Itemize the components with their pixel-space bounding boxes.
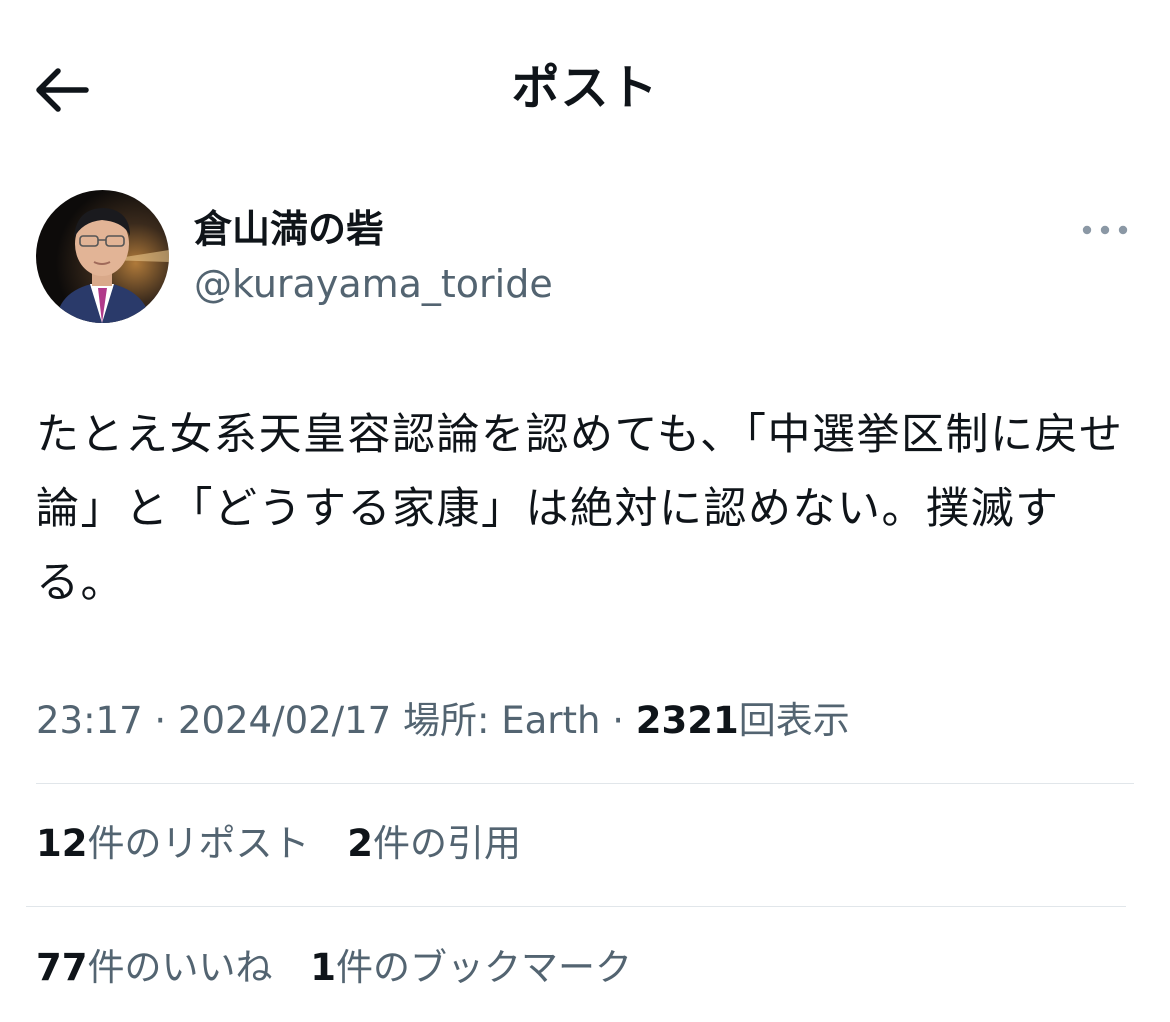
quotes-count: 2 xyxy=(347,822,374,865)
views-count: 2321 xyxy=(635,699,739,742)
post-author: 倉山満の砦 @kurayama_toride xyxy=(36,190,1136,325)
quotes-label: 件の引用 xyxy=(373,822,522,865)
stats-row-likes: 77件のいいね 1件のブックマーク xyxy=(36,941,1136,995)
bookmarks-count: 1 xyxy=(310,946,337,989)
avatar[interactable] xyxy=(36,190,169,323)
display-name[interactable]: 倉山満の砦 xyxy=(194,204,384,254)
bookmarks-label: 件のブックマーク xyxy=(336,946,633,989)
post-header: ポスト xyxy=(0,0,1170,180)
divider xyxy=(36,783,1134,784)
likes-label: 件のいいね xyxy=(87,946,273,989)
divider xyxy=(26,906,1126,907)
post-text: たとえ女系天皇容認論を認めても、「中選挙区制に戻せ論」と「どうする家康」は絶対に… xyxy=(36,410,1124,608)
meta-separator: · xyxy=(612,699,624,742)
post-meta: 23:17 · 2024/02/17 場所: Earth · 2321回表示 xyxy=(36,694,1136,748)
reposts-count: 12 xyxy=(36,822,88,865)
post-time[interactable]: 23:17 xyxy=(36,699,143,742)
likes-count: 77 xyxy=(36,946,88,989)
page-title: ポスト xyxy=(511,60,659,116)
quotes-stat[interactable]: 2件の引用 xyxy=(347,817,521,871)
user-handle[interactable]: @kurayama_toride xyxy=(194,260,553,308)
meta-separator: · xyxy=(154,699,167,742)
ellipsis-icon xyxy=(1082,225,1128,235)
stats-row-reposts: 12件のリポスト 2件の引用 xyxy=(36,817,1136,871)
views-label: 回表示 xyxy=(738,699,850,742)
bookmarks-stat[interactable]: 1件のブックマーク xyxy=(310,941,632,995)
more-options-button[interactable] xyxy=(1080,212,1130,248)
post-location: 場所: Earth xyxy=(402,699,601,742)
reposts-label: 件のリポスト xyxy=(87,822,310,865)
likes-stat[interactable]: 77件のいいね xyxy=(36,941,273,995)
reposts-stat[interactable]: 12件のリポスト xyxy=(36,817,310,871)
post-date[interactable]: 2024/02/17 xyxy=(178,699,391,742)
